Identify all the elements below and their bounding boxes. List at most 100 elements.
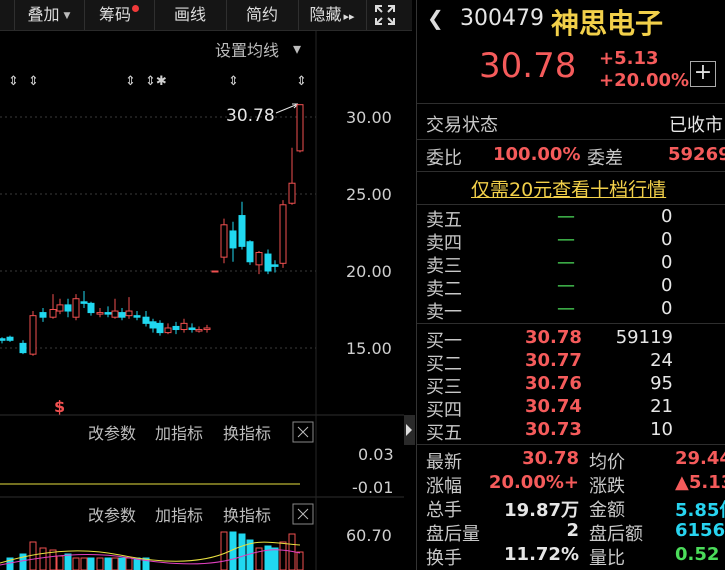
ask-level-price: — (557, 229, 575, 250)
volume-bar (296, 551, 304, 570)
candle-body (39, 312, 47, 318)
chevron-right-icon (406, 424, 412, 436)
close-icon (297, 426, 309, 438)
double-chevron-right-icon: ▸▸ (343, 10, 355, 23)
bid-level-price[interactable]: 30.78 (525, 327, 582, 348)
volume-bar (64, 553, 72, 570)
candle-body (111, 310, 119, 318)
switch-indicator-button[interactable]: 换指标 (223, 506, 271, 525)
divider (417, 444, 725, 445)
ask-level-price: — (557, 252, 575, 273)
stat-label: 量比 (589, 548, 625, 569)
stat-label: 金额 (589, 500, 625, 521)
ma-settings-label[interactable]: 设置均线 (215, 41, 279, 60)
bid-level-price[interactable]: 30.76 (525, 373, 582, 394)
volume-bar (220, 531, 228, 570)
quote-panel: ❮ 300479 神思电子 30.78 +5.13 +20.00% + 交易状态… (416, 0, 725, 570)
volume-bar (104, 557, 112, 570)
candle-body (56, 304, 64, 312)
price-gridlines (0, 116, 316, 349)
draw-line-button[interactable]: 画线 (154, 0, 227, 30)
candle-body (164, 327, 172, 334)
volume-bar (271, 547, 279, 570)
candle-body (19, 342, 27, 354)
last-price-label: 30.78 (226, 106, 275, 126)
weibi-label: 委比 (426, 148, 462, 169)
candle-body (125, 310, 133, 317)
overlay-button[interactable]: 叠加 ▼ (14, 0, 85, 30)
candle-body (229, 230, 237, 249)
ask-level-volume: 0 (661, 229, 673, 250)
ask-level-label: 卖一 (426, 302, 462, 323)
candle-body (180, 322, 188, 331)
volume-bar (72, 557, 80, 570)
indicator1-value: 0.03 (358, 445, 394, 464)
divider (417, 171, 725, 172)
add-indicator-button[interactable]: 加指标 (155, 424, 203, 443)
bid-level-price[interactable]: 30.73 (525, 419, 582, 440)
simple-mode-button[interactable]: 简约 (226, 0, 299, 30)
indicator1-value: -0.01 (352, 478, 393, 497)
chips-button[interactable]: 筹码 (84, 0, 155, 30)
pointer-arrow-icon (275, 103, 299, 114)
chart-toolbar: 叠加 ▼ 筹码 画线 简约 隐藏 ▸▸ (0, 0, 412, 31)
stat-label: 最新 (426, 452, 462, 473)
ask-level-volume: 0 (661, 298, 673, 319)
candle-body (29, 315, 37, 355)
trade-status-label: 交易状态 (426, 115, 498, 136)
indicator2-value: 60.70 (346, 526, 392, 545)
last-price: 30.78 (479, 46, 577, 86)
ask-level-volume: 0 (661, 206, 673, 227)
bid-level-label: 买五 (426, 423, 462, 444)
stock-code: 300479 (460, 6, 544, 31)
candle-body (156, 322, 164, 334)
close-indicator1-button[interactable] (292, 421, 314, 443)
stat-value: 29.44 (675, 448, 725, 469)
volume-bar (80, 557, 88, 570)
price-axis-label: 30.00 (346, 108, 392, 127)
candle-body (49, 309, 57, 318)
close-icon (297, 508, 309, 520)
stat-label: 换手 (426, 548, 462, 569)
stat-label: 盘后量 (426, 524, 480, 545)
volume-bar (56, 555, 64, 570)
level10-promo-link[interactable]: 仅需20元查看十档行情 (471, 175, 666, 202)
hide-label: 隐藏 (309, 5, 342, 24)
candle-body (87, 302, 95, 314)
candle-body (211, 270, 219, 273)
collapse-panel-handle[interactable] (404, 415, 415, 445)
kline-chart[interactable]: 设置均线 ▾ ⇕ ⇕ ⇕ ⇕✱ ⇕ ⇕ 30.00 25.00 20.00 15… (0, 31, 404, 570)
bid-level-price[interactable]: 30.74 (525, 396, 582, 417)
volume-bar (96, 557, 104, 570)
volume-bar (118, 557, 126, 570)
candle-body (96, 312, 104, 315)
candle-body (296, 104, 304, 152)
stat-value: ▲5.13 (675, 472, 725, 493)
candle-body (246, 241, 254, 263)
candle-body (118, 312, 126, 318)
hide-button[interactable]: 隐藏 ▸▸ (298, 0, 367, 30)
change-param-button[interactable]: 改参数 (88, 506, 136, 525)
candle-body (195, 329, 203, 332)
add-watchlist-button[interactable]: + (690, 61, 716, 87)
candle-body (279, 204, 287, 264)
ask-level-volume: 0 (661, 275, 673, 296)
fullscreen-button[interactable] (366, 0, 404, 30)
chevron-left-icon[interactable]: ❮ (427, 6, 444, 30)
caret-down-icon: ▼ (63, 11, 71, 21)
event-marker-icon: ⇕✱ (145, 74, 167, 89)
change-param-button[interactable]: 改参数 (88, 424, 136, 443)
switch-indicator-button[interactable]: 换指标 (223, 424, 271, 443)
stat-label: 总手 (426, 500, 462, 521)
stat-label: 涨跌 (589, 476, 625, 497)
price-axis-label: 25.00 (346, 185, 392, 204)
chips-label: 筹码 (98, 5, 131, 24)
bid-level-price[interactable]: 30.77 (525, 350, 582, 371)
notification-dot-icon (132, 5, 139, 12)
weicha-value: 59269 (668, 144, 725, 165)
divider (417, 204, 725, 205)
ask-level-price: — (557, 206, 575, 227)
close-indicator2-button[interactable] (292, 503, 314, 525)
event-marker-icon: ⇕ (8, 74, 19, 89)
add-indicator-button[interactable]: 加指标 (155, 506, 203, 525)
